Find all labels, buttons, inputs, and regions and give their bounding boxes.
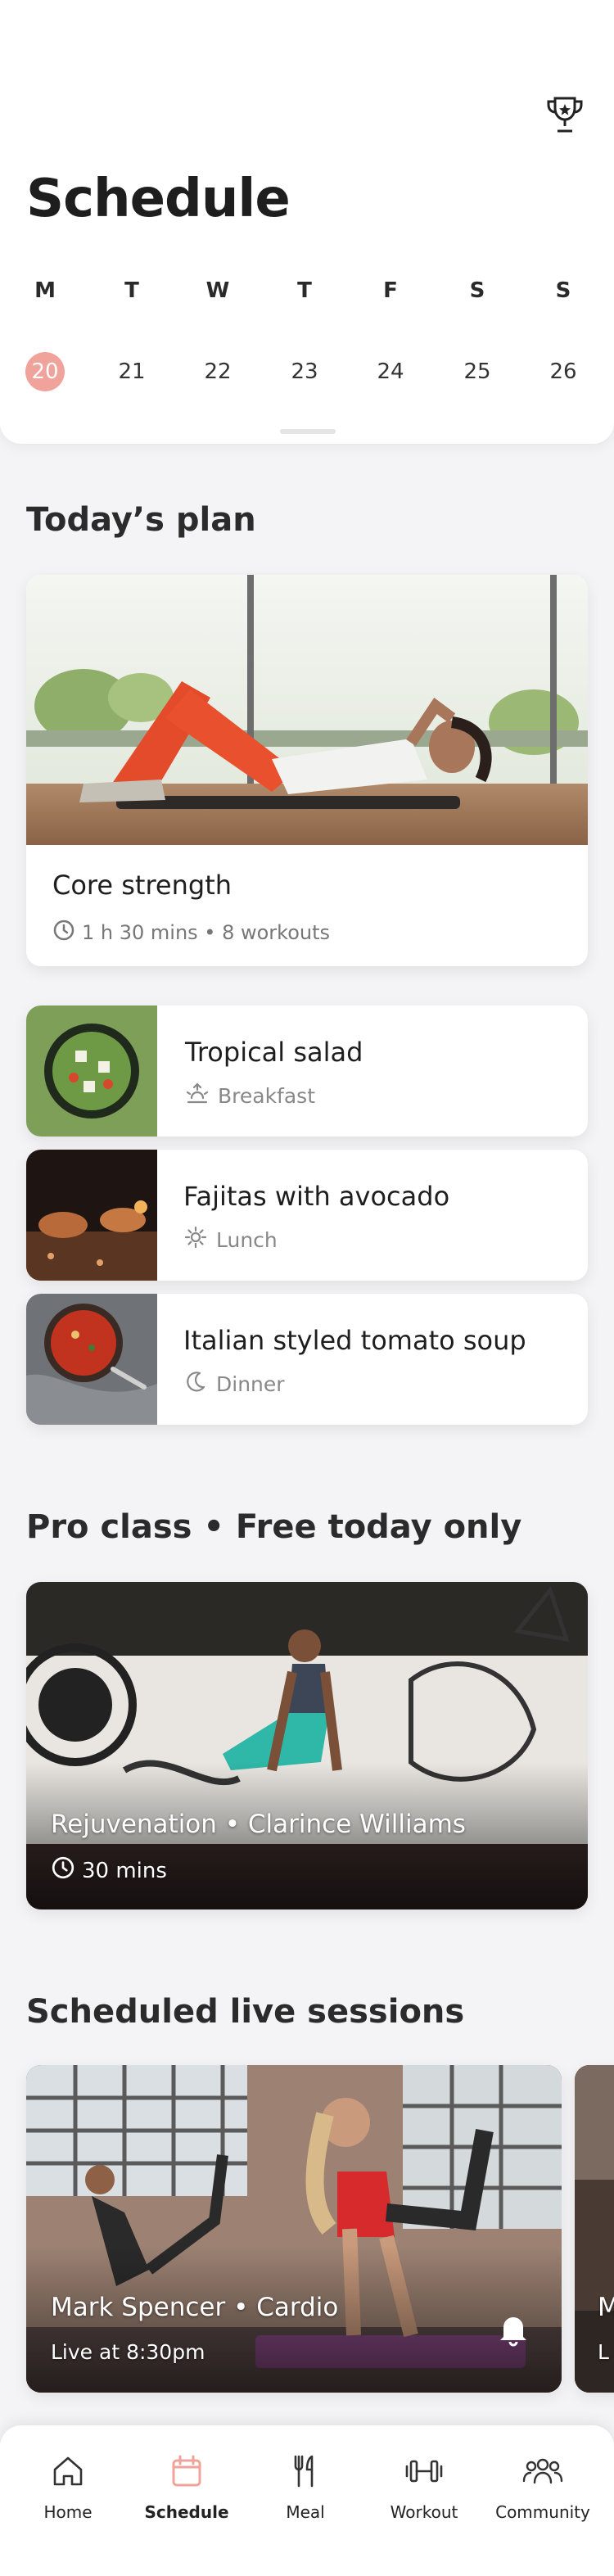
nav-label: Community [495, 2502, 590, 2522]
nav-label: Home [43, 2502, 93, 2522]
weekday-label: F [383, 278, 398, 303]
meal-name: Fajitas with avocado [183, 1181, 450, 1212]
meal-type: Lunch [183, 1225, 278, 1254]
pro-class-card[interactable]: Rejuvenation • Clarince Williams 30 mins [26, 1582, 588, 1909]
live-session-title: M [598, 2293, 614, 2322]
date-cell[interactable]: 22 [193, 352, 242, 391]
nav-workout[interactable]: Workout [364, 2450, 484, 2522]
weekday-label: S [469, 278, 485, 303]
trophy-icon [544, 95, 585, 138]
salad-image [26, 1006, 157, 1137]
pro-class-duration: 30 mins [51, 1855, 167, 1886]
meal-card-dinner[interactable]: Italian styled tomato soup Dinner [26, 1294, 588, 1425]
nav-schedule[interactable]: Schedule [127, 2450, 246, 2522]
schedule-header: Schedule M T W T F S S 20 21 22 23 24 25… [0, 0, 614, 444]
todays-plan-title: Today’s plan [26, 501, 256, 539]
dumbbell-icon [364, 2450, 484, 2492]
meal-type-label: Breakfast [218, 1083, 316, 1108]
pro-class-title: Pro class • Free today only [26, 1508, 522, 1546]
clock-icon [51, 1855, 75, 1886]
date-cell[interactable]: 24 [366, 352, 415, 391]
moon-icon [183, 1369, 208, 1399]
weekday-label: T [297, 278, 312, 303]
meal-name: Italian styled tomato soup [183, 1325, 526, 1356]
weekday-label: M [34, 278, 56, 303]
weekday-label: T [124, 278, 139, 303]
date-cell[interactable]: 26 [539, 352, 588, 391]
live-session-title: Mark Spencer • Cardio [51, 2293, 339, 2322]
nav-label: Schedule [144, 2502, 229, 2522]
clock-icon [52, 919, 75, 947]
live-session-time: L [598, 2340, 609, 2364]
cutlery-icon [246, 2450, 365, 2492]
workout-title: Core strength [52, 870, 233, 901]
home-icon [8, 2450, 128, 2492]
date-cell[interactable]: 23 [280, 352, 329, 391]
meal-type-label: Lunch [216, 1227, 278, 1252]
page-title: Schedule [26, 169, 291, 229]
meal-card-lunch[interactable]: Fajitas with avocado Lunch [26, 1150, 588, 1281]
trophy-button[interactable] [540, 93, 589, 139]
meal-type: Dinner [183, 1369, 285, 1399]
pro-class-name: Rejuvenation • Clarince Williams [51, 1810, 466, 1839]
meal-card-breakfast[interactable]: Tropical salad Breakfast [26, 1006, 588, 1137]
nav-label: Workout [390, 2502, 458, 2522]
nav-community[interactable]: Community [483, 2450, 603, 2522]
weekday-label: W [205, 278, 230, 303]
nav-meal[interactable]: Meal [246, 2450, 365, 2522]
workout-plan-card[interactable]: Core strength 1 h 30 mins • 8 workouts [26, 575, 588, 966]
sun-icon [183, 1225, 208, 1254]
duration-text: 30 mins [82, 1858, 167, 1883]
bottom-nav: Home Schedule Meal Workout Community [0, 2425, 614, 2576]
meal-name: Tropical salad [185, 1037, 363, 1068]
fajitas-image [26, 1150, 157, 1281]
date-cell[interactable]: 25 [453, 352, 502, 391]
weekday-label: S [555, 278, 571, 303]
live-session-card[interactable]: M L [575, 2065, 614, 2393]
live-session-time: Live at 8:30pm [51, 2340, 205, 2364]
selected-date[interactable]: 20 [25, 352, 65, 391]
workout-meta: 1 h 30 mins • 8 workouts [52, 919, 330, 947]
workout-image [26, 575, 588, 845]
meal-type: Breakfast [185, 1081, 315, 1110]
nav-label: Meal [286, 2502, 325, 2522]
nav-home[interactable]: Home [8, 2450, 128, 2522]
sunrise-icon [185, 1081, 210, 1110]
live-session-card[interactable]: Mark Spencer • Cardio Live at 8:30pm [26, 2065, 562, 2393]
drag-handle[interactable] [280, 429, 336, 434]
meal-type-label: Dinner [216, 1372, 285, 1396]
calendar-icon [127, 2450, 246, 2492]
date-cell-20[interactable]: 20 [20, 352, 70, 391]
date-cell[interactable]: 21 [107, 352, 156, 391]
workout-meta-text: 1 h 30 mins • 8 workouts [82, 921, 331, 944]
live-sessions-title: Scheduled live sessions [26, 1993, 465, 2031]
notify-button[interactable] [493, 2311, 534, 2352]
tomato-soup-image [26, 1294, 157, 1425]
bell-icon [497, 2312, 530, 2350]
community-icon [483, 2450, 603, 2492]
